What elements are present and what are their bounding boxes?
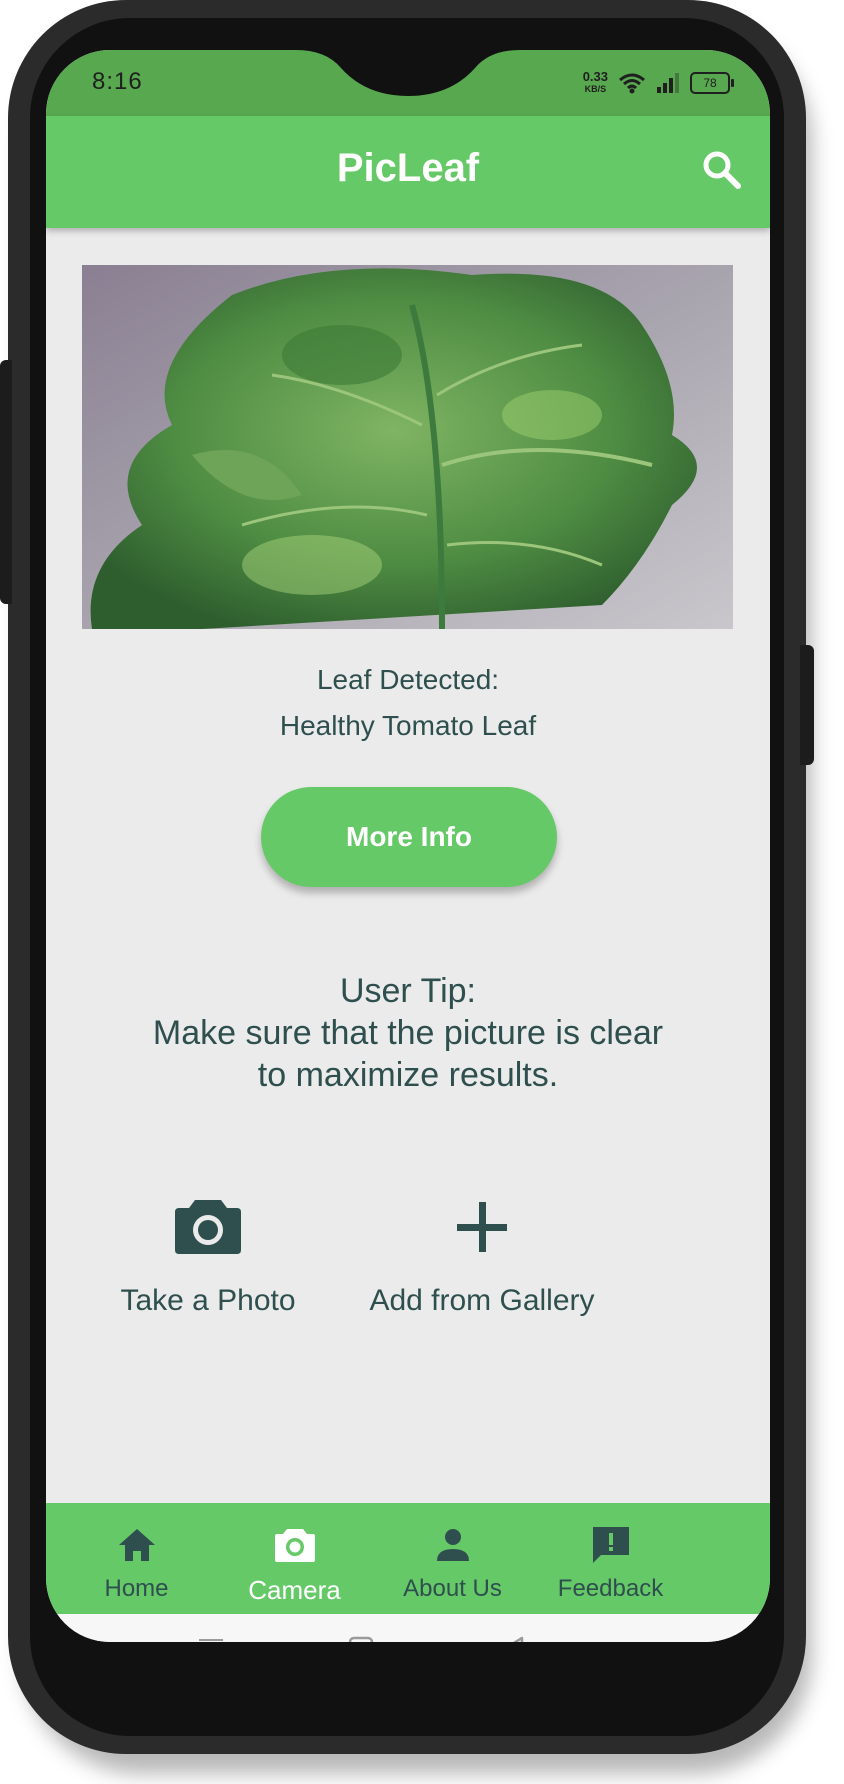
leaf-detected-value: Healthy Tomato Leaf (279, 710, 537, 741)
app-bar: PicLeaf (46, 116, 770, 228)
wifi-icon (619, 73, 645, 94)
system-navigation-bar (46, 1614, 770, 1642)
nav-label-camera: Camera (248, 1575, 341, 1605)
camera-icon (175, 1200, 241, 1254)
nav-item-camera[interactable]: Camera (204, 1503, 385, 1614)
status-time: 8:16 (92, 68, 143, 95)
app-title: PicLeaf (336, 146, 480, 190)
power-button (800, 645, 814, 765)
leaf-photo (82, 265, 733, 629)
home-icon (118, 1529, 155, 1561)
plus-icon (457, 1202, 507, 1252)
leaf-detected-label: Leaf Detected: (316, 664, 500, 695)
menu-icon[interactable] (196, 1634, 226, 1642)
status-indicators: 0.33 KB/S 78 (582, 66, 734, 100)
take-photo-button[interactable]: Take a Photo (58, 1190, 358, 1318)
volume-button (0, 360, 12, 604)
nav-item-feedback[interactable]: Feedback (520, 1503, 701, 1614)
battery-indicator: 78 (690, 72, 734, 94)
camera-notch (296, 50, 520, 96)
take-photo-label: Take a Photo (120, 1284, 296, 1317)
network-speed-unit: KB/S (584, 84, 607, 94)
user-tip-line: Make sure that the picture is clear (152, 1014, 664, 1052)
network-speed: 0.33 KB/S (582, 69, 608, 95)
screen: 8:16 0.33 KB/S 78 PicLeaf Leaf Detected:… (46, 50, 770, 1642)
nav-label-home: Home (104, 1575, 169, 1602)
user-tip-line: to maximize results. (257, 1056, 559, 1094)
back-icon[interactable] (498, 1634, 528, 1642)
signal-icon (657, 73, 679, 93)
feedback-icon (592, 1527, 629, 1563)
home-square-icon[interactable] (346, 1634, 376, 1642)
nav-label-about-us: About Us (403, 1575, 502, 1602)
nav-item-about-us[interactable]: About Us (362, 1503, 543, 1614)
more-info-button[interactable]: More Info (261, 787, 557, 887)
search-icon[interactable] (700, 148, 744, 192)
bottom-navigation: Home Camera About Us Feedback (46, 1503, 770, 1614)
camera-icon (274, 1529, 315, 1562)
nav-item-home[interactable]: Home (46, 1503, 227, 1614)
nav-label-feedback: Feedback (557, 1575, 664, 1602)
add-from-gallery-label: Add from Gallery (369, 1284, 595, 1317)
user-tip-title: User Tip: (339, 972, 477, 1010)
add-from-gallery-button[interactable]: Add from Gallery (332, 1190, 632, 1318)
person-icon (436, 1529, 469, 1561)
user-tip: User Tip: Make sure that the picture is … (86, 970, 730, 1096)
network-speed-value: 0.33 (582, 69, 608, 84)
